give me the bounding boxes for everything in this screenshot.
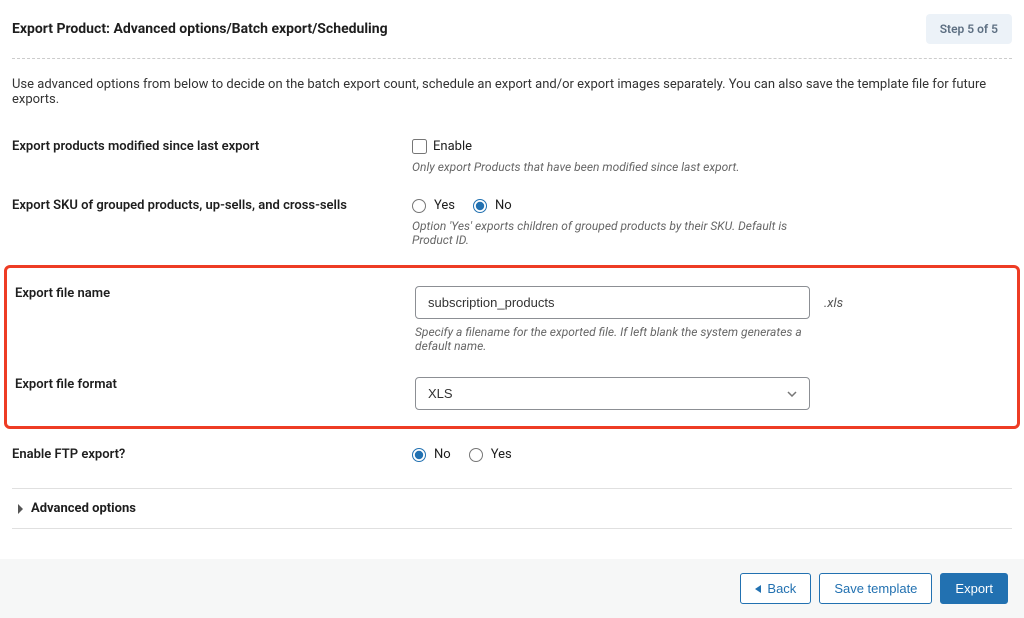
ftp-yes-radio[interactable] <box>469 448 483 462</box>
label-file-format: Export file format <box>15 377 415 410</box>
file-name-input[interactable] <box>415 286 810 319</box>
row-file-name: Export file name .xls Specify a filename… <box>15 274 1009 365</box>
export-button-label: Export <box>955 581 993 596</box>
intro-text: Use advanced options from below to decid… <box>12 77 1012 107</box>
save-template-button[interactable]: Save template <box>819 573 932 604</box>
divider <box>12 528 1012 529</box>
chevron-left-icon <box>755 585 761 593</box>
hint-file-name: Specify a filename for the exported file… <box>415 325 815 353</box>
ftp-yes-label: Yes <box>491 447 512 462</box>
sku-grouped-no-label: No <box>495 198 512 213</box>
enable-modified-since-checkbox[interactable] <box>412 139 427 154</box>
hint-sku-grouped: Option 'Yes' exports children of grouped… <box>412 219 812 247</box>
ftp-no-label: No <box>434 447 451 462</box>
file-format-select[interactable]: XLS <box>415 377 810 410</box>
page-header: Export Product: Advanced options/Batch e… <box>12 14 1012 59</box>
row-ftp-export: Enable FTP export? No Yes <box>12 435 1012 474</box>
label-modified-since: Export products modified since last expo… <box>12 139 412 174</box>
enable-modified-since-label: Enable <box>433 139 472 154</box>
highlight-file-settings: Export file name .xls Specify a filename… <box>4 265 1020 429</box>
row-sku-grouped: Export SKU of grouped products, up-sells… <box>12 186 1012 259</box>
sku-grouped-yes-label: Yes <box>434 198 455 213</box>
label-ftp-export: Enable FTP export? <box>12 447 412 462</box>
back-button[interactable]: Back <box>740 573 811 604</box>
export-button[interactable]: Export <box>940 573 1008 604</box>
row-file-format: Export file format XLS <box>15 365 1009 414</box>
label-file-name: Export file name <box>15 286 415 353</box>
advanced-options-accordion[interactable]: Advanced options <box>12 488 1012 528</box>
hint-modified-since: Only export Products that have been modi… <box>412 160 812 174</box>
step-badge: Step 5 of 5 <box>926 14 1012 44</box>
back-button-label: Back <box>767 581 796 596</box>
ftp-no-radio[interactable] <box>412 448 426 462</box>
label-sku-grouped: Export SKU of grouped products, up-sells… <box>12 198 412 247</box>
page-title: Export Product: Advanced options/Batch e… <box>12 21 388 37</box>
chevron-right-icon <box>18 504 23 514</box>
footer-actions: Back Save template Export <box>0 559 1024 618</box>
row-modified-since: Export products modified since last expo… <box>12 127 1012 186</box>
advanced-options-label: Advanced options <box>31 501 136 516</box>
save-template-label: Save template <box>834 581 917 596</box>
sku-grouped-no-radio[interactable] <box>473 199 487 213</box>
file-ext-label: .xls <box>824 296 843 311</box>
sku-grouped-yes-radio[interactable] <box>412 199 426 213</box>
